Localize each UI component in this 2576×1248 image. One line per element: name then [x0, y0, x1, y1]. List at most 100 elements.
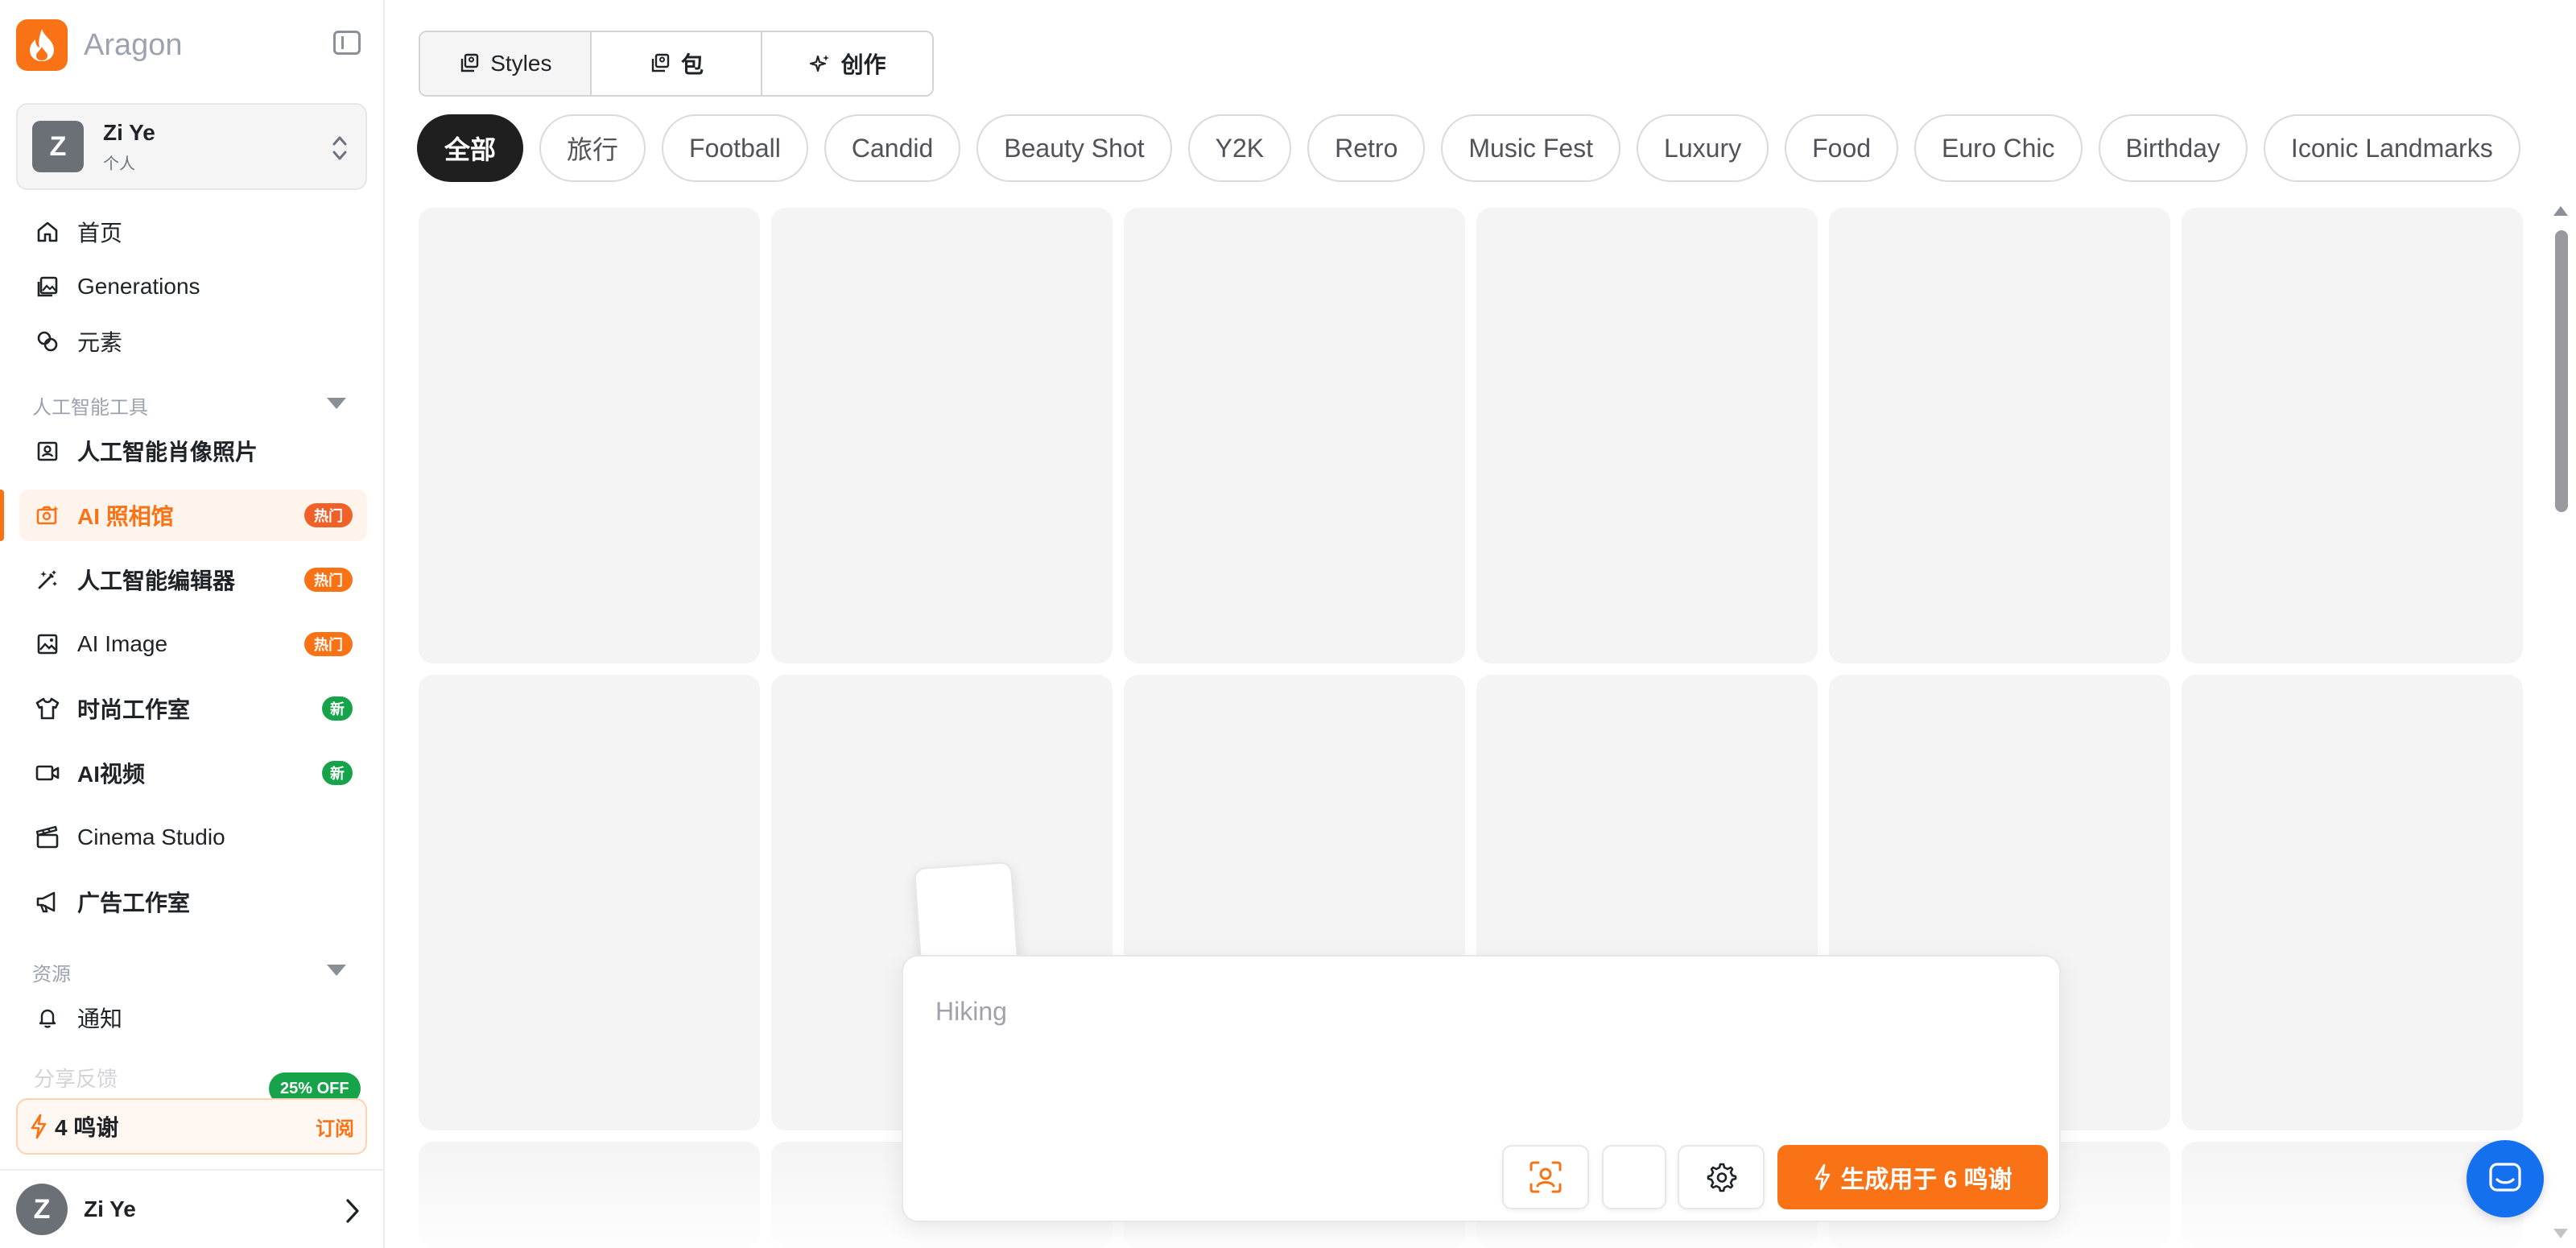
tab-styles[interactable]: Styles	[420, 32, 590, 95]
sidebar-item-label: 时尚工作室	[77, 697, 191, 722]
category-chip[interactable]: Euro Chic	[1914, 114, 2083, 182]
style-card[interactable]	[419, 208, 760, 663]
user-name: Zi Ye	[84, 1196, 136, 1221]
tab-label: Styles	[490, 51, 552, 76]
new-badge: 新	[322, 696, 353, 721]
active-indicator	[0, 490, 4, 541]
sidebar-item-faded[interactable]: 分享反馈	[34, 1063, 118, 1090]
megaphone-icon	[34, 888, 61, 915]
scroll-down-arrow-icon[interactable]	[2553, 1229, 2568, 1238]
prompt-panel: 生成用于 6 鸣谢	[902, 955, 2061, 1222]
style-card[interactable]	[1124, 208, 1465, 663]
sidebar-item-label: 广告工作室	[77, 891, 191, 915]
category-chip[interactable]: Football	[662, 114, 808, 182]
sidebar-item-fashion-studio[interactable]: 时尚工作室 新	[19, 683, 367, 734]
tab-label: 创作	[840, 52, 886, 77]
support-chat-button[interactable]	[2467, 1140, 2544, 1217]
sidebar-item-ai-video[interactable]: AI视频 新	[19, 747, 367, 799]
style-card[interactable]	[2182, 675, 2523, 1130]
category-chip[interactable]: Candid	[824, 114, 961, 182]
style-card[interactable]	[1476, 208, 1818, 663]
subscribe-link[interactable]: 订阅	[316, 1113, 354, 1141]
section-resources: 资源	[32, 964, 71, 986]
sidebar: Aragon Z Zi Ye 个人 首页 Generations 元素 人工智能…	[0, 0, 385, 1248]
style-card[interactable]	[1829, 208, 2170, 663]
elements-icon	[34, 328, 61, 355]
category-chip[interactable]: Food	[1785, 114, 1899, 182]
sidebar-item-generations[interactable]: Generations	[19, 261, 367, 312]
sidebar-item-notifications[interactable]: 通知	[19, 992, 367, 1043]
sidebar-item-ai-image[interactable]: AI Image 热门	[19, 618, 367, 670]
sidebar-item-ad-studio[interactable]: 广告工作室	[19, 876, 367, 928]
generate-label: 生成用于 6 鸣谢	[1840, 1167, 2013, 1193]
sidebar-item-elements[interactable]: 元素	[19, 316, 367, 367]
category-chip[interactable]: Luxury	[1637, 114, 1769, 182]
scrollbar-thumb[interactable]	[2555, 230, 2568, 512]
brand[interactable]: Aragon	[16, 19, 183, 71]
account-switcher[interactable]: Z Zi Ye 个人	[16, 103, 367, 190]
caret-down-icon[interactable]	[327, 398, 346, 409]
brand-name: Aragon	[84, 27, 183, 62]
style-card[interactable]	[2182, 208, 2523, 663]
bolt-icon	[1813, 1163, 1832, 1191]
hot-badge: 热门	[304, 503, 353, 527]
category-chip[interactable]: Birthday	[2098, 114, 2248, 182]
tab-packs[interactable]: 包	[589, 32, 762, 95]
sidebar-item-cinema-studio[interactable]: Cinema Studio	[19, 812, 367, 863]
sidebar-item-label: 人工智能编辑器	[77, 568, 236, 593]
tab-create[interactable]: 创作	[761, 32, 932, 95]
account-name: Zi Ye	[103, 119, 155, 145]
sidebar-item-label: AI视频	[77, 762, 146, 787]
bolt-icon	[31, 1114, 47, 1139]
flame-logo-icon	[16, 19, 68, 71]
category-chip[interactable]: Beauty Shot	[976, 114, 1172, 182]
section-ai-tools: 人工智能工具	[32, 397, 148, 419]
sidebar-item-label: 元素	[77, 330, 123, 355]
style-card[interactable]	[419, 1142, 760, 1248]
category-chip[interactable]: Music Fest	[1441, 114, 1621, 182]
category-chip[interactable]: Y2K	[1187, 114, 1292, 182]
style-card[interactable]	[419, 675, 760, 1130]
user-avatar: Z	[16, 1184, 68, 1235]
magic-wand-icon	[34, 566, 61, 593]
styles-icon	[458, 52, 481, 75]
sidebar-item-ai-studio[interactable]: AI 照相馆 热门	[19, 490, 367, 541]
generate-button[interactable]: 生成用于 6 鸣谢	[1777, 1145, 2048, 1209]
mode-tabs: Styles 包 创作	[419, 31, 934, 97]
caret-down-icon[interactable]	[327, 965, 346, 976]
bell-icon	[34, 1004, 61, 1031]
credits-bar[interactable]: 4 鸣谢 订阅	[16, 1098, 367, 1155]
aspect-ratio-button[interactable]	[1602, 1145, 1666, 1209]
category-chip[interactable]: 旅行	[539, 114, 646, 182]
new-badge: 新	[322, 761, 353, 785]
sidebar-collapse-icon[interactable]	[333, 31, 361, 55]
style-card[interactable]	[771, 208, 1113, 663]
tab-label: 包	[681, 52, 704, 77]
sidebar-item-label: Cinema Studio	[77, 824, 225, 849]
sidebar-item-label: Generations	[77, 274, 200, 299]
home-icon	[34, 218, 61, 246]
chevron-right-icon	[346, 1199, 359, 1223]
face-scan-button[interactable]	[1502, 1145, 1589, 1209]
portrait-icon	[34, 437, 61, 465]
scroll-up-arrow-icon[interactable]	[2553, 206, 2568, 216]
gallery-icon	[34, 273, 61, 300]
sidebar-item-label: AI 照相馆	[77, 504, 174, 529]
category-chip[interactable]: Iconic Landmarks	[2263, 114, 2520, 182]
image-icon	[34, 630, 61, 658]
category-chip[interactable]: Retro	[1307, 114, 1426, 182]
sidebar-item-label: 通知	[77, 1006, 123, 1031]
sidebar-item-ai-portrait[interactable]: 人工智能肖像照片	[19, 425, 367, 477]
prompt-input[interactable]	[935, 997, 1821, 1027]
sidebar-item-label: 首页	[77, 221, 123, 246]
category-chip[interactable]: 全部	[417, 114, 524, 182]
sidebar-item-ai-editor[interactable]: 人工智能编辑器 热门	[19, 554, 367, 605]
account-avatar: Z	[32, 121, 84, 172]
user-footer[interactable]: Z Zi Ye	[0, 1169, 385, 1248]
sidebar-item-label: 人工智能肖像照片	[77, 440, 258, 465]
account-type: 个人	[103, 155, 135, 173]
sidebar-item-home[interactable]: 首页	[19, 206, 367, 258]
clapperboard-icon	[34, 824, 61, 851]
chat-icon	[2489, 1163, 2521, 1192]
settings-button[interactable]	[1678, 1145, 1765, 1209]
